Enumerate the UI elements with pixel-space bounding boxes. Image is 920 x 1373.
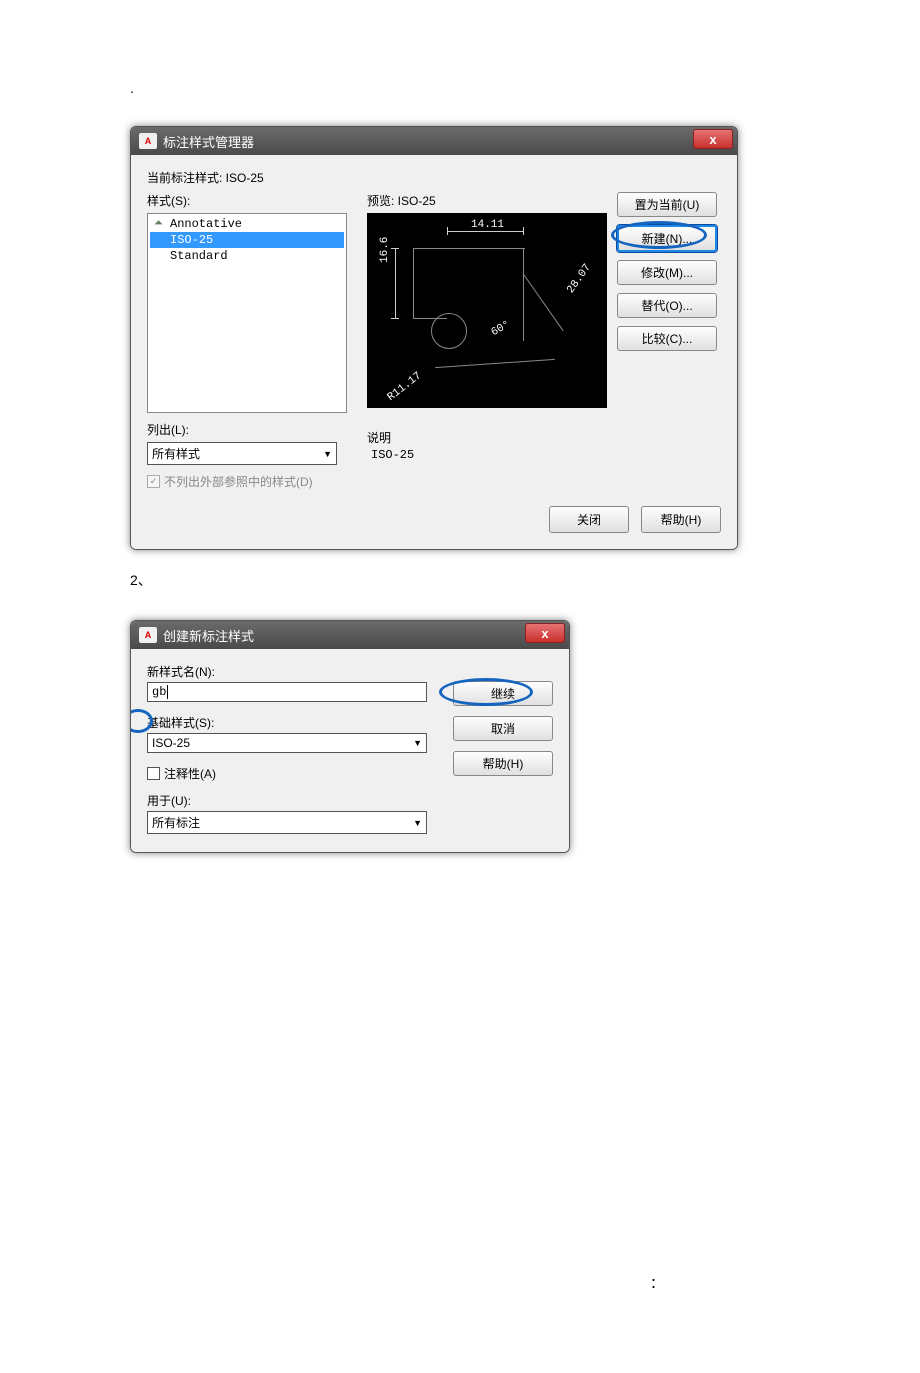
input-value: gb: [152, 685, 166, 699]
chevron-down-icon: ▼: [323, 449, 332, 459]
titlebar[interactable]: A 创建新标注样式 x: [131, 621, 569, 649]
description-text: ISO-25: [367, 448, 617, 462]
dialog-body: 新样式名(N): gb 基础样式(S): ISO-25 ▼ 注释性(A): [131, 649, 569, 852]
new-dimstyle-dialog: A 创建新标注样式 x 新样式名(N): gb 基础样式(S): ISO-25 …: [130, 620, 570, 853]
dialog-title: 创建新标注样式: [163, 626, 254, 645]
current-style-label: 当前标注样式: ISO-25: [147, 169, 721, 186]
checkbox-label: 不列出外部参照中的样式(D): [164, 473, 313, 490]
checkbox-row: ✓ 不列出外部参照中的样式(D): [147, 473, 367, 490]
close-icon[interactable]: x: [693, 129, 733, 149]
override-button[interactable]: 替代(O)...: [617, 293, 717, 318]
dim-diag: 28.07: [565, 262, 594, 296]
xref-checkbox[interactable]: ✓: [147, 475, 160, 488]
select-value: ISO-25: [152, 736, 190, 750]
base-style-select[interactable]: ISO-25 ▼: [147, 733, 427, 753]
select-value: 所有样式: [152, 445, 200, 462]
help-button[interactable]: 帮助(H): [453, 751, 553, 776]
chevron-down-icon: ▼: [413, 738, 422, 748]
list-item-label: Standard: [170, 249, 228, 263]
close-button[interactable]: 关闭: [549, 506, 629, 533]
preview-label: 预览: ISO-25: [367, 192, 617, 209]
annotative-label: 注释性(A): [164, 765, 216, 782]
base-style-label: 基础样式(S):: [147, 714, 453, 731]
list-label: 列出(L):: [147, 421, 367, 438]
app-icon: A: [139, 627, 157, 643]
compare-button[interactable]: 比较(C)...: [617, 326, 717, 351]
continue-button[interactable]: 继续: [453, 681, 553, 706]
dimstyle-manager-dialog: A 标注样式管理器 x 当前标注样式: ISO-25 样式(S): ⏶ Anno…: [130, 126, 738, 550]
preview-canvas: 14.11 16.6 28.07 60° R11.17: [367, 213, 607, 408]
styles-listbox[interactable]: ⏶ Annotative ISO-25 Standard: [147, 213, 347, 413]
styles-label: 样式(S):: [147, 192, 367, 209]
new-name-input[interactable]: gb: [147, 682, 427, 702]
dim-top: 14.11: [471, 219, 504, 231]
close-icon[interactable]: x: [525, 623, 565, 643]
list-item[interactable]: ISO-25: [150, 232, 344, 248]
dim-angle: 60°: [489, 319, 512, 339]
titlebar[interactable]: A 标注样式管理器 x: [131, 127, 737, 155]
list-item[interactable]: ⏶ Annotative: [150, 216, 344, 232]
use-for-select[interactable]: 所有标注 ▼: [147, 811, 427, 834]
colon-marker: ：: [650, 1273, 790, 1293]
select-value: 所有标注: [152, 814, 200, 831]
modify-button[interactable]: 修改(M)...: [617, 260, 717, 285]
step-number: 2、: [130, 570, 790, 590]
list-filter-select[interactable]: 所有样式 ▼: [147, 442, 337, 465]
dialog-body: 当前标注样式: ISO-25 样式(S): ⏶ Annotative ISO-2…: [131, 155, 737, 549]
dim-radius: R11.17: [386, 370, 425, 404]
list-item-label: Annotative: [170, 217, 242, 231]
new-name-label: 新样式名(N):: [147, 663, 453, 680]
list-item[interactable]: Standard: [150, 248, 344, 264]
page-dot: .: [130, 80, 790, 96]
use-for-label: 用于(U):: [147, 792, 453, 809]
dialog-title: 标注样式管理器: [163, 132, 254, 151]
app-icon: A: [139, 133, 157, 149]
description-label: 说明: [367, 429, 617, 446]
cancel-button[interactable]: 取消: [453, 716, 553, 741]
list-item-label: ISO-25: [170, 233, 213, 247]
annotative-icon: ⏶: [154, 218, 166, 230]
new-button[interactable]: 新建(N)...: [617, 225, 717, 252]
annotative-checkbox[interactable]: [147, 767, 160, 780]
dim-left: 16.6: [379, 237, 391, 263]
set-current-button[interactable]: 置为当前(U): [617, 192, 717, 217]
chevron-down-icon: ▼: [413, 818, 422, 828]
help-button[interactable]: 帮助(H): [641, 506, 721, 533]
